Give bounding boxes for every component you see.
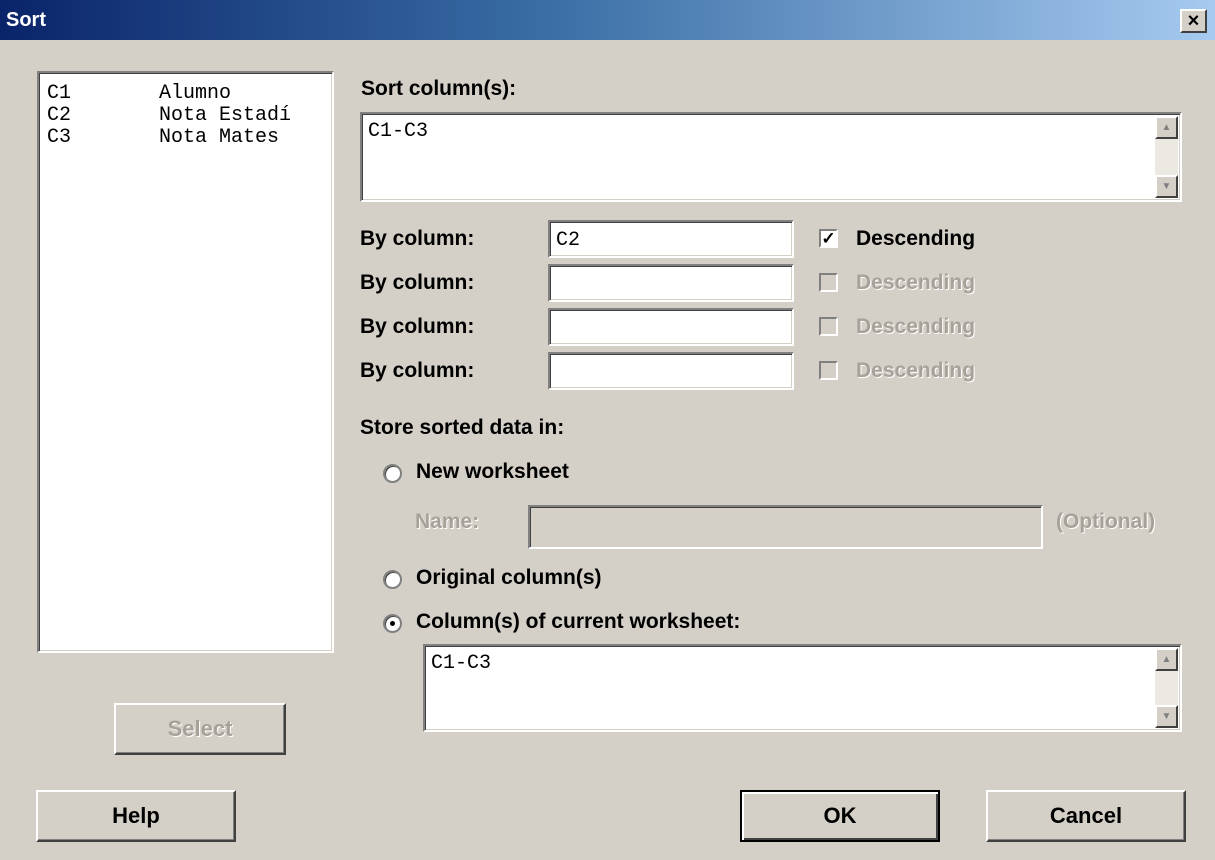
- new-worksheet-radio[interactable]: [383, 464, 402, 483]
- column-id: C1: [47, 82, 72, 105]
- by-column-label: By column:: [360, 271, 475, 294]
- optional-label: (Optional): [1056, 510, 1156, 533]
- columns-listbox[interactable]: C1 Alumno C2 Nota Estadí C3 Nota Mates: [37, 71, 334, 653]
- current-worksheet-columns-value: C1-C3: [431, 652, 492, 675]
- by-column-input[interactable]: [548, 308, 794, 346]
- descending-label: Descending: [856, 227, 976, 250]
- sort-columns-label: Sort column(s):: [361, 77, 517, 100]
- radio-selected-dot: [390, 621, 395, 626]
- scroll-up-icon[interactable]: ▲: [1155, 648, 1178, 671]
- current-worksheet-columns-field[interactable]: C1-C3 ▲ ▼: [423, 644, 1182, 732]
- column-name: Alumno: [159, 82, 232, 105]
- by-column-input[interactable]: [548, 264, 794, 302]
- sort-columns-scrollbar[interactable]: ▲ ▼: [1155, 116, 1178, 198]
- current-worksheet-radio[interactable]: [383, 614, 402, 633]
- select-button[interactable]: Select: [114, 703, 286, 755]
- descending-checkbox[interactable]: [819, 273, 838, 292]
- scroll-up-icon[interactable]: ▲: [1155, 116, 1178, 139]
- descending-checkbox[interactable]: ✓: [819, 229, 838, 248]
- help-button[interactable]: Help: [36, 790, 236, 842]
- name-label: Name:: [415, 510, 480, 533]
- by-column-label: By column:: [360, 359, 475, 382]
- close-icon: ×: [1187, 10, 1200, 32]
- column-name: Nota Mates: [159, 126, 280, 149]
- column-name: Nota Estadí: [159, 104, 292, 127]
- current-worksheet-scrollbar[interactable]: ▲ ▼: [1155, 648, 1178, 728]
- by-column-label: By column:: [360, 315, 475, 338]
- sort-columns-value: C1-C3: [368, 120, 429, 143]
- column-id: C3: [47, 126, 72, 149]
- name-input[interactable]: [528, 505, 1043, 549]
- new-worksheet-label: New worksheet: [416, 460, 569, 483]
- scroll-down-icon[interactable]: ▼: [1155, 175, 1178, 198]
- column-id: C2: [47, 104, 72, 127]
- by-column-input[interactable]: C2: [548, 220, 794, 258]
- close-button[interactable]: ×: [1180, 9, 1207, 33]
- by-column-input[interactable]: [548, 352, 794, 390]
- window-title: Sort: [6, 9, 46, 31]
- original-columns-radio[interactable]: [383, 570, 402, 589]
- descending-label: Descending: [856, 315, 976, 338]
- original-columns-label: Original column(s): [416, 566, 602, 589]
- descending-label: Descending: [856, 359, 976, 382]
- descending-checkbox[interactable]: [819, 361, 838, 380]
- current-worksheet-label: Column(s) of current worksheet:: [416, 610, 741, 633]
- descending-label: Descending: [856, 271, 976, 294]
- ok-button[interactable]: OK: [740, 790, 940, 842]
- by-column-value: C2: [556, 229, 581, 252]
- list-item[interactable]: C2 Nota Estadí: [47, 105, 291, 127]
- title-bar[interactable]: Sort ×: [0, 0, 1215, 40]
- by-column-label: By column:: [360, 227, 475, 250]
- cancel-button[interactable]: Cancel: [986, 790, 1186, 842]
- list-item[interactable]: C3 Nota Mates: [47, 127, 279, 149]
- sort-columns-field[interactable]: C1-C3 ▲ ▼: [360, 112, 1182, 202]
- check-icon: ✓: [821, 229, 836, 248]
- store-sorted-label: Store sorted data in:: [360, 416, 565, 439]
- descending-checkbox[interactable]: [819, 317, 838, 336]
- list-item[interactable]: C1 Alumno: [47, 83, 231, 105]
- scroll-down-icon[interactable]: ▼: [1155, 705, 1178, 728]
